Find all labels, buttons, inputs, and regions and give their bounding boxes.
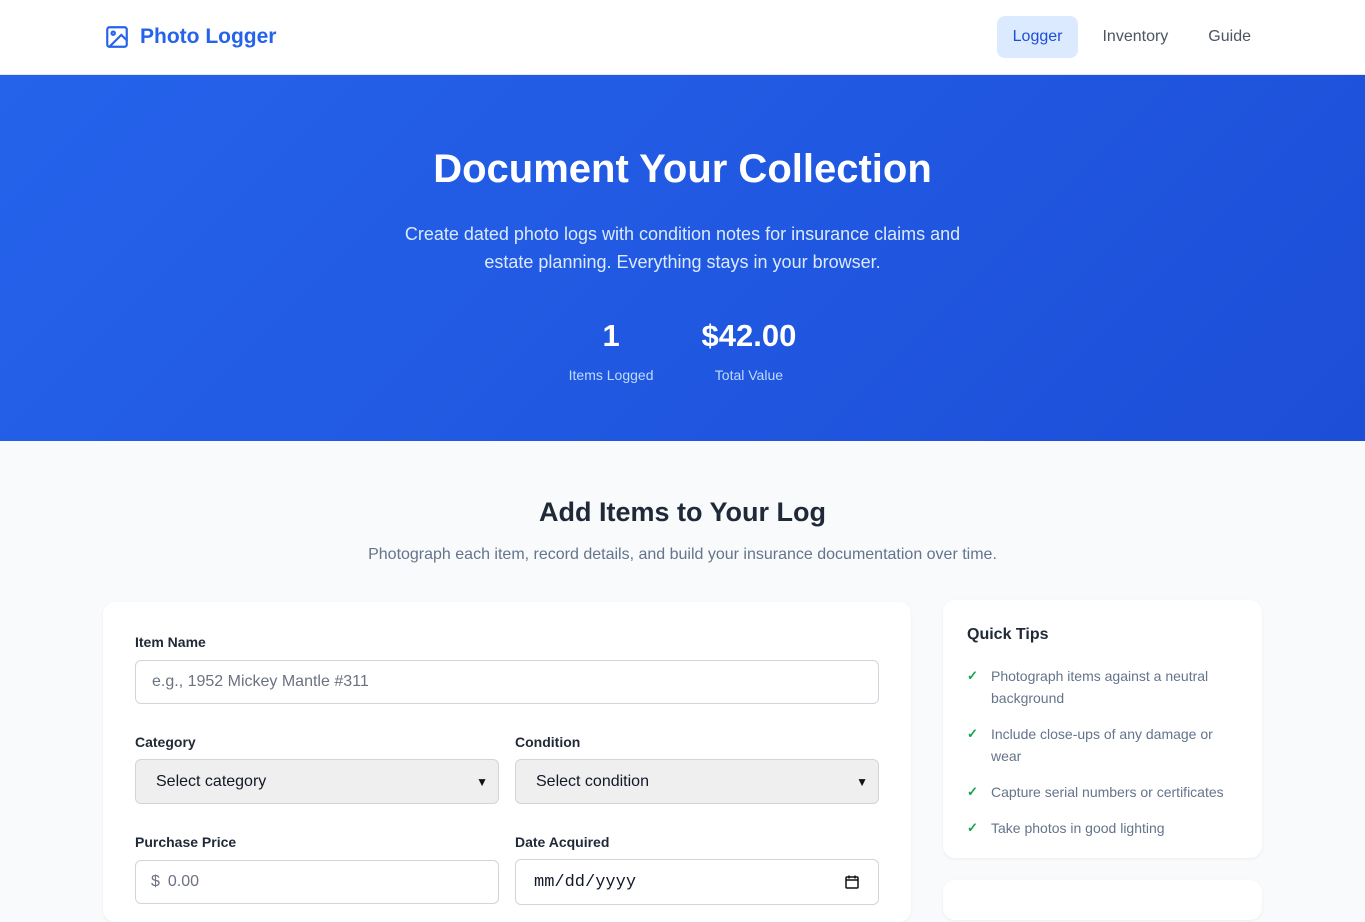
purchase-price-label: Purchase Price: [135, 834, 237, 850]
calendar-icon[interactable]: [844, 874, 860, 890]
date-acquired-label: Date Acquired: [515, 834, 610, 850]
brand-link[interactable]: Photo Logger: [104, 24, 276, 50]
top-navbar: Photo Logger Logger Inventory Guide: [0, 0, 1365, 75]
tip-item: ✓ Take photos in good lighting: [967, 817, 1238, 839]
stat-label: Total Value: [714, 367, 784, 383]
brand-name: Photo Logger: [140, 25, 277, 48]
stat-value: 1: [602, 318, 620, 353]
tip-item: ✓ Include close-ups of any damage or wea…: [967, 723, 1238, 767]
quick-tips-card: Quick Tips ✓ Photograph items against a …: [943, 600, 1262, 858]
main-nav: Logger Inventory Guide: [996, 16, 1267, 58]
chevron-down-icon: ▼: [856, 774, 868, 789]
secondary-sidebar-card: [943, 880, 1262, 920]
quick-tips-title: Quick Tips: [967, 626, 1049, 643]
hero-banner: Document Your Collection Create dated ph…: [0, 75, 1365, 441]
tip-item: ✓ Capture serial numbers or certificates: [967, 781, 1238, 803]
tip-text: Photograph items against a neutral backg…: [991, 668, 1209, 706]
check-icon: ✓: [967, 668, 978, 683]
date-placeholder: mm/dd/yyyy: [534, 872, 637, 892]
category-select[interactable]: Select category ▼: [135, 759, 499, 804]
purchase-price-input[interactable]: $ 0.00: [135, 860, 499, 904]
hero-stats: 1 Items Logged $42.00 Total Value: [0, 316, 1365, 383]
stat-value: $42.00: [701, 318, 797, 353]
section-subtitle: Photograph each item, record details, an…: [368, 546, 997, 563]
tip-item: ✓ Photograph items against a neutral bac…: [967, 665, 1238, 709]
check-icon: ✓: [967, 820, 978, 835]
price-placeholder: 0.00: [167, 873, 200, 890]
category-label: Category: [135, 734, 196, 750]
hero-subtitle: Create dated photo logs with condition n…: [404, 224, 961, 272]
item-name-label: Item Name: [135, 634, 206, 650]
currency-prefix: $: [151, 873, 160, 890]
image-icon: [104, 24, 130, 50]
stat-items-logged: 1 Items Logged: [569, 316, 654, 383]
add-items-section: Add Items to Your Log Photograph each it…: [0, 441, 1365, 564]
date-acquired-input[interactable]: mm/dd/yyyy: [515, 859, 879, 905]
item-name-input[interactable]: e.g., 1952 Mickey Mantle #311: [135, 660, 879, 704]
check-icon: ✓: [967, 784, 978, 799]
condition-select-value: Select condition: [536, 772, 649, 790]
stat-label: Items Logged: [568, 367, 654, 383]
category-select-value: Select category: [156, 772, 267, 790]
tip-text: Take photos in good lighting: [991, 820, 1165, 836]
chevron-down-icon: ▼: [476, 774, 488, 789]
section-title: Add Items to Your Log: [539, 497, 826, 527]
hero-title: Document Your Collection: [433, 147, 932, 191]
tip-text: Capture serial numbers or certificates: [991, 784, 1224, 800]
item-form-card: Item Name e.g., 1952 Mickey Mantle #311 …: [103, 602, 911, 922]
nav-logger[interactable]: Logger: [996, 16, 1079, 58]
condition-label: Condition: [515, 734, 581, 750]
tip-text: Include close-ups of any damage or wear: [991, 726, 1213, 764]
stat-total-value: $42.00 Total Value: [702, 316, 797, 383]
nav-guide[interactable]: Guide: [1192, 16, 1267, 58]
nav-inventory[interactable]: Inventory: [1086, 16, 1184, 58]
check-icon: ✓: [967, 726, 978, 741]
condition-select[interactable]: Select condition ▼: [515, 759, 879, 804]
form-row-category-condition: Category Select category ▼ Condition Sel…: [135, 734, 879, 804]
form-row-price-date: Purchase Price $ 0.00 Date Acquired mm/d…: [135, 834, 879, 905]
